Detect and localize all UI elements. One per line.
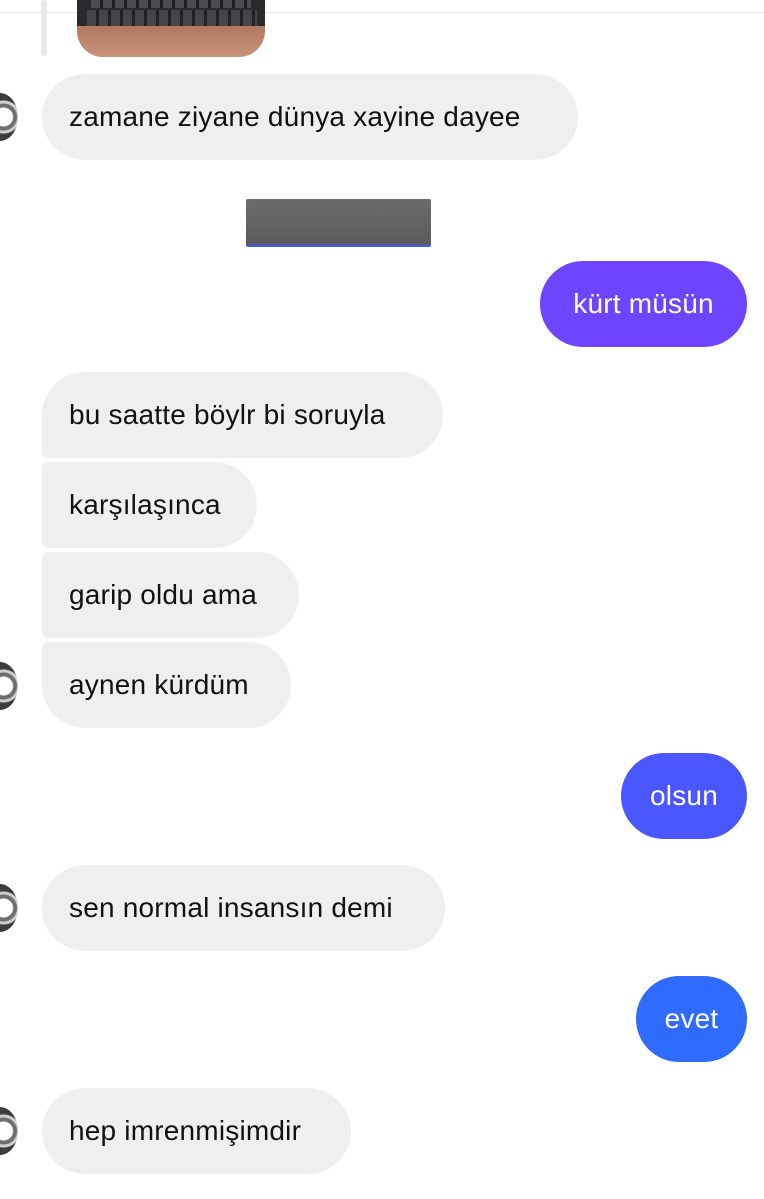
- message-text: aynen kürdüm: [69, 669, 249, 700]
- message-bubble-incoming[interactable]: garip oldu ama: [42, 552, 299, 638]
- avatar-icon[interactable]: [0, 1107, 18, 1155]
- message-bubble-incoming[interactable]: zamane ziyane dünya xayine dayee: [42, 74, 578, 160]
- message-bubble-incoming[interactable]: bu saatte böylr bi soruyla: [42, 372, 443, 458]
- message-text: kürt müsün: [573, 288, 714, 319]
- message-bubble-incoming[interactable]: hep imrenmişimdir: [42, 1088, 351, 1174]
- avatar-icon[interactable]: [0, 93, 18, 141]
- shared-image-thumbnail[interactable]: [77, 0, 265, 57]
- keyboard-keys-row: [91, 0, 251, 8]
- message-bubble-outgoing[interactable]: evet: [636, 976, 747, 1062]
- message-text: olsun: [650, 780, 718, 811]
- message-text: karşılaşınca: [69, 489, 221, 520]
- message-text: evet: [664, 1003, 719, 1034]
- message-bubble-incoming[interactable]: karşılaşınca: [42, 462, 257, 548]
- message-bubble-outgoing[interactable]: olsun: [621, 753, 747, 839]
- message-text: zamane ziyane dünya xayine dayee: [69, 101, 521, 132]
- message-text: sen normal insansın demi: [69, 892, 393, 923]
- redacted-block: [246, 199, 431, 247]
- keyboard-keys-row: [87, 10, 257, 26]
- message-bubble-incoming[interactable]: sen normal insansın demi: [42, 865, 445, 951]
- avatar-icon[interactable]: [0, 662, 18, 710]
- reply-indicator-bar: [41, 0, 47, 56]
- message-bubble-outgoing[interactable]: kürt müsün: [540, 261, 747, 347]
- message-text: garip oldu ama: [69, 579, 258, 610]
- avatar-icon[interactable]: [0, 884, 18, 932]
- message-bubble-incoming[interactable]: aynen kürdüm: [42, 642, 291, 728]
- message-text: hep imrenmişimdir: [69, 1115, 302, 1146]
- message-text: bu saatte böylr bi soruyla: [69, 399, 386, 430]
